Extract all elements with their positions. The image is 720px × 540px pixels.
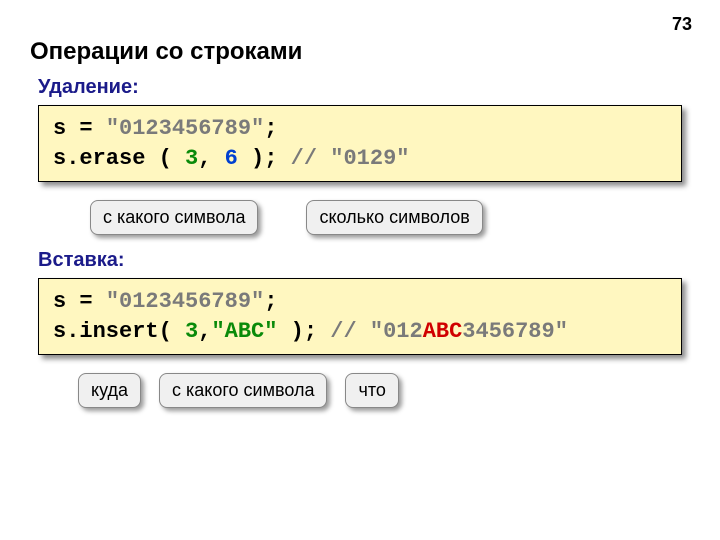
callouts-erase: с какого символа сколько символов — [90, 200, 690, 235]
section-delete-label: Удаление: — [38, 76, 690, 99]
code-erase: s = "0123456789"; s.erase ( 3, 6 ); // "… — [38, 105, 682, 182]
callout-from-which-char-2: с какого символа — [159, 373, 327, 408]
callout-from-which-char: с какого символа — [90, 200, 258, 235]
code-insert: s = "0123456789"; s.insert( 3,"ABC" ); /… — [38, 278, 682, 355]
callout-how-many-chars: сколько символов — [306, 200, 482, 235]
slide-title: Операции со строками — [30, 38, 690, 66]
callout-where: куда — [78, 373, 141, 408]
section-insert-label: Вставка: — [38, 249, 690, 272]
callouts-insert: куда с какого символа что — [78, 373, 690, 408]
callout-what: что — [345, 373, 398, 408]
page-number: 73 — [672, 14, 692, 35]
